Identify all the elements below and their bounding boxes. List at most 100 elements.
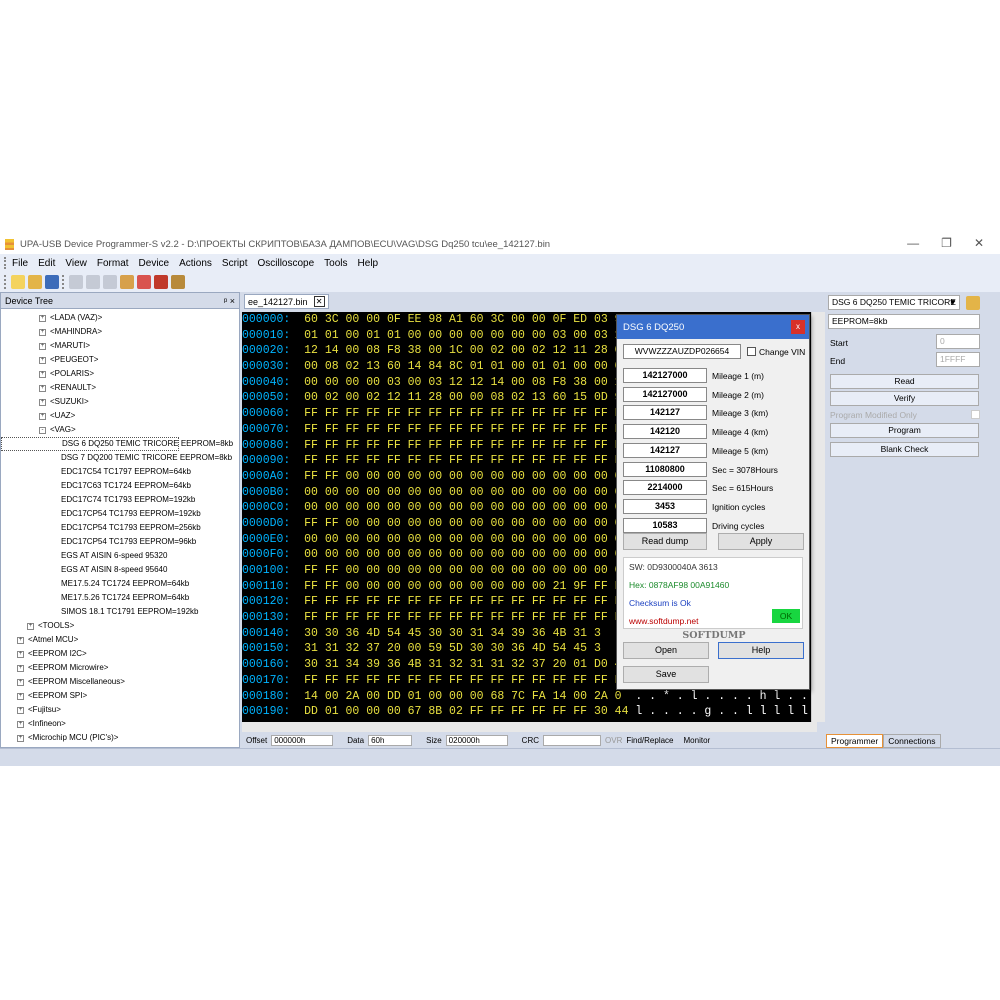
expand-icon[interactable]: +	[39, 412, 46, 420]
end-field[interactable]: 1FFFF	[936, 352, 980, 367]
tree-item[interactable]: + <EEPROM Miscellaneous>	[1, 675, 239, 689]
tree-item[interactable]: DSG 7 DQ200 TEMIC TRICORE EEPROM=8kb	[1, 451, 239, 465]
tree-item[interactable]: + <LADA (VAZ)>	[1, 311, 239, 325]
tree-item[interactable]: + <Fujitsu>	[1, 703, 239, 717]
hex-bytes[interactable]: 01 01 00 01 01 00 00 00 00 00 00 00 03 0…	[304, 329, 621, 342]
dialog-value-field[interactable]: 142127	[623, 442, 707, 458]
menu-file[interactable]: File	[12, 258, 28, 269]
dialog-close-button[interactable]: x	[791, 320, 805, 334]
expand-icon[interactable]: +	[17, 678, 24, 686]
hex-bytes[interactable]: FF FF FF FF FF FF FF FF FF FF FF FF FF F…	[304, 674, 621, 687]
tree-item[interactable]: EDC17C54 TC1797 EEPROM=64kb	[1, 465, 239, 479]
tree-item[interactable]: + <EEPROM I2C>	[1, 647, 239, 661]
save-button[interactable]: Save	[623, 666, 709, 683]
menu-device[interactable]: Device	[139, 258, 170, 269]
chip-icon[interactable]	[120, 275, 134, 289]
apply-button[interactable]: Apply	[718, 533, 804, 550]
change-vin-checkbox[interactable]	[747, 347, 756, 356]
verify-button[interactable]: Verify	[830, 391, 979, 406]
dialog-value-field[interactable]: 3453	[623, 498, 707, 514]
tree-item[interactable]: EGS AT AISIN 6-speed 95320	[1, 549, 239, 563]
read-dump-button[interactable]: Read dump	[623, 533, 707, 550]
hex-bytes[interactable]: FF FF FF FF FF FF FF FF FF FF FF FF FF F…	[304, 595, 621, 608]
expand-icon[interactable]: +	[17, 720, 24, 728]
data-field[interactable]: 60h	[368, 734, 413, 746]
restore-button[interactable]: ❐	[941, 236, 952, 250]
hex-bytes[interactable]: FF FF 00 00 00 00 00 00 00 00 00 00 00 0…	[304, 517, 621, 530]
hex-bytes[interactable]: 00 00 00 00 00 00 00 00 00 00 00 00 00 0…	[304, 486, 621, 499]
hex-bytes[interactable]: 31 31 32 37 20 00 59 5D 30 30 36 4D 54 4…	[304, 642, 601, 655]
close-window-button[interactable]: ✕	[974, 236, 984, 250]
tree-item[interactable]: + <SUZUKI>	[1, 395, 239, 409]
dialog-value-field[interactable]: 142120	[623, 424, 707, 440]
expand-icon[interactable]: +	[17, 650, 24, 658]
tree-item[interactable]: EDC17C63 TC1724 EEPROM=64kb	[1, 479, 239, 493]
hex-bytes[interactable]: 12 14 00 08 F8 38 00 1C 00 02 00 02 12 1…	[304, 344, 621, 357]
tree-item[interactable]: + <MARUTI>	[1, 339, 239, 353]
hex-bytes[interactable]: 00 08 02 13 60 14 84 8C 01 01 00 01 01 0…	[304, 360, 621, 373]
hex-bytes[interactable]: FF FF 00 00 00 00 00 00 00 00 00 00 00 0…	[304, 470, 621, 483]
close-tab-icon[interactable]: ✕	[313, 296, 325, 307]
save-disk-icon[interactable]	[45, 275, 59, 289]
expand-icon[interactable]: +	[39, 314, 46, 322]
tree-item[interactable]: + <PEUGEOT>	[1, 353, 239, 367]
paste-icon[interactable]	[103, 275, 117, 289]
expand-icon[interactable]: +	[17, 692, 24, 700]
hex-bytes[interactable]: FF FF FF FF FF FF FF FF FF FF FF FF FF F…	[304, 611, 621, 624]
hex-bytes[interactable]: FF FF FF FF FF FF FF FF FF FF FF FF FF F…	[304, 423, 621, 436]
expand-icon[interactable]: +	[17, 734, 24, 742]
tree-item[interactable]: EDC17CP54 TC1793 EEPROM=256kb	[1, 521, 239, 535]
tree-item[interactable]: SIMOS 18.1 TC1791 EEPROM=192kb	[1, 605, 239, 619]
open-button[interactable]: Open	[623, 642, 709, 659]
vin-field[interactable]: WVWZZZAUZDP026654	[623, 344, 741, 359]
start-field[interactable]: 0	[936, 334, 980, 349]
tree-item[interactable]: + <TOOLS>	[1, 619, 239, 633]
dialog-value-field[interactable]: 2214000	[623, 480, 707, 496]
erase-icon[interactable]	[154, 275, 168, 289]
expand-icon[interactable]: +	[39, 328, 46, 336]
menu-tools[interactable]: Tools	[324, 258, 347, 269]
hex-bytes[interactable]: 14 00 2A 00 DD 01 00 00 00 68 7C FA 14 0…	[304, 690, 621, 703]
tree-item[interactable]: + <RENAULT>	[1, 381, 239, 395]
menu-script[interactable]: Script	[222, 258, 248, 269]
menu-format[interactable]: Format	[97, 258, 129, 269]
dialog-value-field[interactable]: 142127000	[623, 386, 707, 402]
tree-item[interactable]: + <Infineon>	[1, 717, 239, 731]
dialog-value-field[interactable]: 142127	[623, 405, 707, 421]
expand-icon[interactable]: +	[17, 706, 24, 714]
tab-ee-142127[interactable]: ee_142127.bin ✕	[244, 294, 329, 309]
tree-item[interactable]: + <MAHINDRA>	[1, 325, 239, 339]
minimize-button[interactable]: —	[907, 236, 919, 250]
expand-icon[interactable]: +	[39, 370, 46, 378]
panel-close-icon[interactable]: ×	[230, 296, 235, 306]
help-button[interactable]: Help	[718, 642, 804, 659]
menu-view[interactable]: View	[65, 258, 87, 269]
blank-check-button[interactable]: Blank Check	[830, 442, 979, 457]
cut-icon[interactable]	[69, 275, 83, 289]
tree-item[interactable]: + <Atmel MCU>	[1, 633, 239, 647]
tree-item[interactable]: + <EEPROM Microwire>	[1, 661, 239, 675]
tree-item[interactable]: ME17.5.24 TC1724 EEPROM=64kb	[1, 577, 239, 591]
hex-bytes[interactable]: 60 3C 00 00 0F EE 98 A1 60 3C 00 00 0F E…	[304, 313, 621, 326]
hex-bytes[interactable]: 00 00 00 00 03 00 03 12 12 14 00 08 F8 3…	[304, 376, 621, 389]
monitor-label[interactable]: Monitor	[684, 736, 711, 745]
expand-icon[interactable]: +	[39, 342, 46, 350]
hex-bytes[interactable]: 00 00 00 00 00 00 00 00 00 00 00 00 00 0…	[304, 533, 621, 546]
expand-icon[interactable]: +	[39, 384, 46, 392]
hex-row[interactable]: 000180: 14 00 2A 00 DD 01 00 00 00 68 7C…	[242, 689, 817, 705]
hex-bytes[interactable]: 00 02 00 02 12 11 28 00 00 08 02 13 60 1…	[304, 391, 621, 404]
hex-row[interactable]: 000190: DD 01 00 00 00 67 8B 02 FF FF FF…	[242, 704, 817, 720]
copy-icon[interactable]	[86, 275, 100, 289]
tab-programmer[interactable]: Programmer	[826, 734, 884, 748]
tools-icon[interactable]	[171, 275, 185, 289]
tree-item[interactable]: DSG 6 DQ250 TEMIC TRICORE EEPROM=8kb	[1, 437, 233, 451]
expand-icon[interactable]: +	[17, 636, 24, 644]
expand-icon[interactable]: +	[39, 398, 46, 406]
find-replace-label[interactable]: Find/Replace	[626, 736, 673, 745]
tree-item[interactable]: + <UAZ>	[1, 409, 239, 423]
offset-field[interactable]: 000000h	[271, 734, 334, 746]
pin-icon[interactable]: ᵖ	[224, 296, 227, 306]
program-button[interactable]: Program	[830, 423, 979, 438]
hex-bytes[interactable]: FF FF 00 00 00 00 00 00 00 00 00 00 00 0…	[304, 564, 621, 577]
menu-help[interactable]: Help	[358, 258, 379, 269]
